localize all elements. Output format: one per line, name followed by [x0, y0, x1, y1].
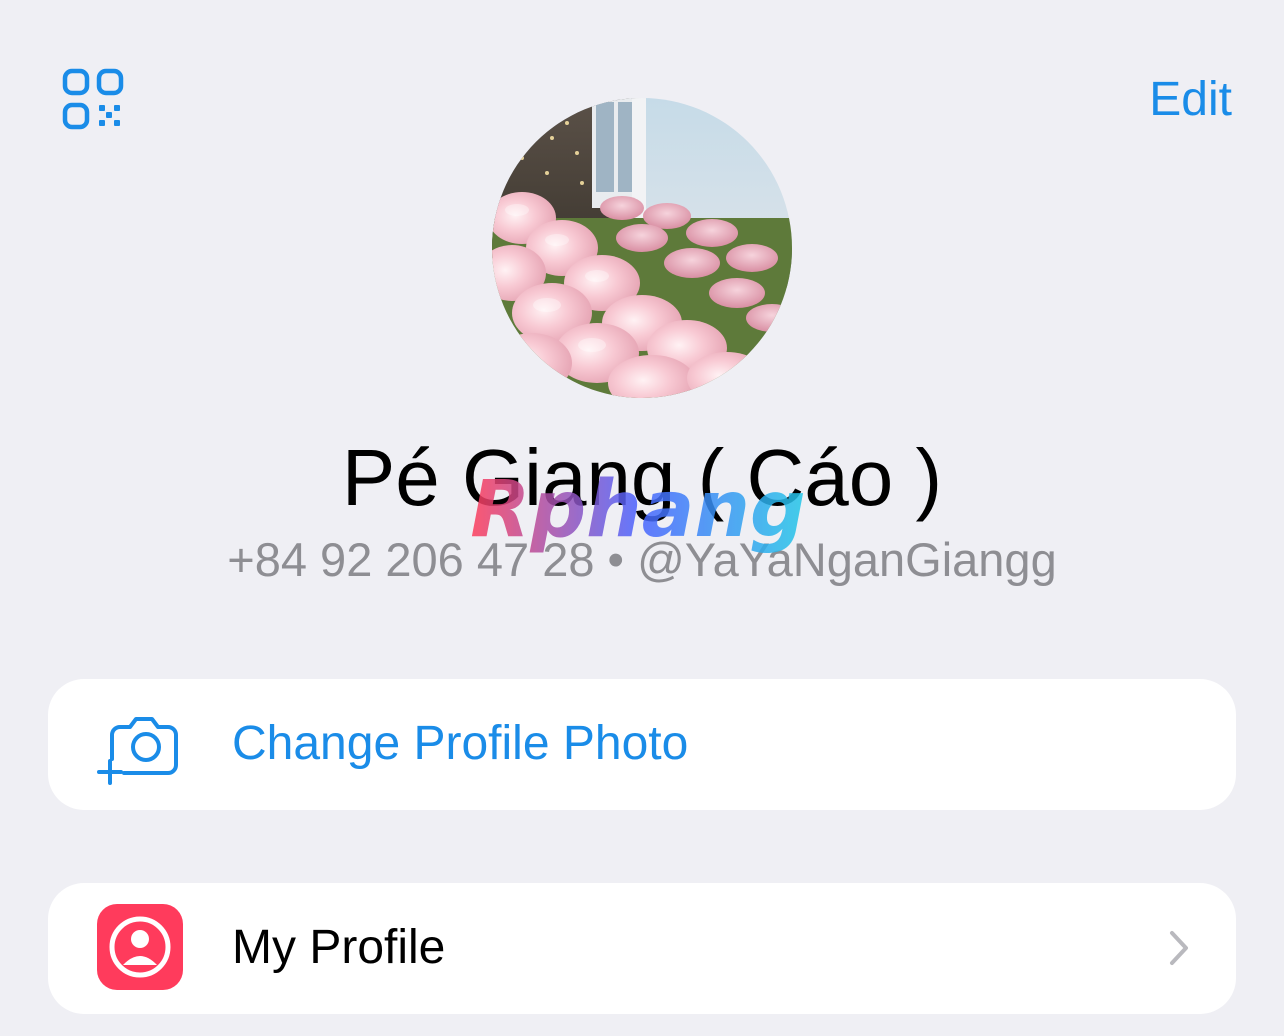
avatar[interactable]	[492, 98, 792, 398]
change-profile-photo-button[interactable]: Change Profile Photo	[48, 679, 1236, 810]
qr-code-icon[interactable]	[60, 66, 126, 132]
profile-name: Pé Giang ( Cáo )	[341, 433, 943, 522]
my-profile-row[interactable]: My Profile	[48, 883, 1236, 1014]
phone-number: +84 92 206 47 28	[227, 533, 595, 586]
my-profile-label: My Profile	[232, 921, 446, 974]
settings-screen: Edit Pé Giang (Cáo) +84 92 206 47 28 •…	[0, 0, 1284, 1036]
profile-contact-line: +84 92 206 47 28 • @YaYaNganGiangg	[0, 530, 1284, 590]
separator-dot: •	[607, 533, 625, 586]
edit-button[interactable]: Edit	[1149, 70, 1232, 130]
username: @YaYaNganGiangg	[637, 533, 1057, 586]
camera-add-icon	[96, 699, 186, 789]
change-profile-photo-label: Change Profile Photo	[232, 717, 689, 770]
chevron-right-icon	[1168, 929, 1190, 967]
person-circle-icon	[96, 903, 186, 993]
